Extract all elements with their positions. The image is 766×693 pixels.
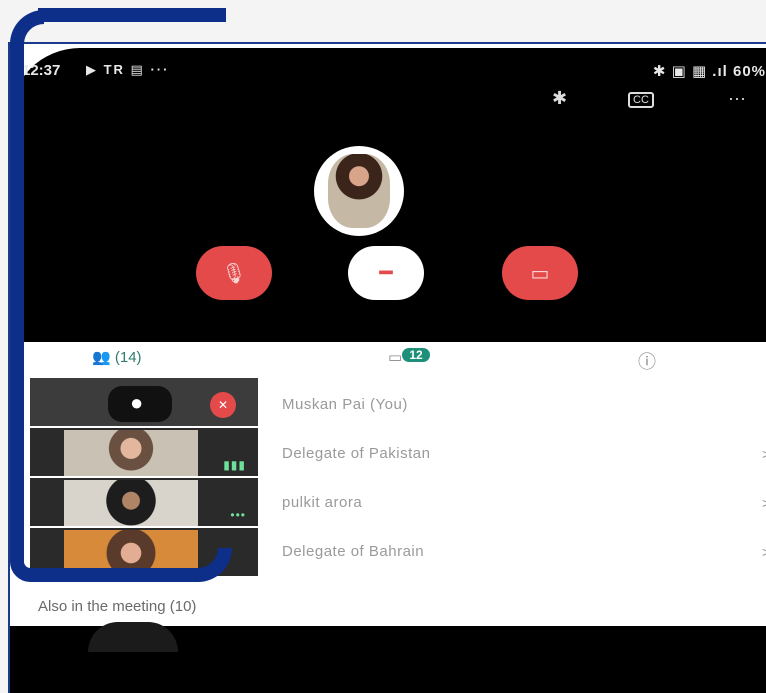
participant-name[interactable]: pulkit arora: [282, 494, 362, 511]
audio-level-icon: •••: [230, 508, 246, 522]
participant-name[interactable]: Muskan Pai (You): [282, 396, 408, 413]
self-avatar: [314, 146, 404, 236]
people-count: (14): [114, 349, 142, 366]
audio-level-icon: ▮▮▮: [223, 458, 246, 472]
status-left-icons: ▶ TR ▤ ···: [86, 62, 170, 77]
no-video-avatar: ●: [108, 386, 172, 422]
frame-bracket-bottom: [36, 548, 232, 582]
status-bar: 12:37 ▶ TR ▤ ··· ✱ ▣ ▦ .ıl 60%: [0, 62, 766, 86]
participant-tile-pakistan[interactable]: ▮▮▮: [30, 428, 258, 476]
participants-panel: 👥 (14) ▭ 12 ⓘ ● ✕ ▮▮▮ ••• Muskan Pai (Yo…: [10, 342, 766, 626]
end-call-button[interactable]: ━: [348, 246, 424, 300]
participant-name[interactable]: Delegate of Pakistan: [282, 445, 430, 462]
tab-info[interactable]: ⓘ: [638, 348, 656, 374]
participant-tile-self[interactable]: ● ✕: [30, 378, 258, 426]
people-icon: 👥: [92, 349, 111, 366]
more-options-icon[interactable]: ···: [728, 88, 746, 109]
bluetooth-icon[interactable]: ✱: [552, 88, 567, 109]
muted-icon: ✕: [210, 392, 236, 418]
status-right-icons: ✱ ▣ ▦ .ıl 60%: [652, 63, 766, 80]
camera-off-icon: ▭: [530, 262, 550, 285]
mic-off-icon: 🎙: [221, 262, 247, 285]
person-icon: ●: [130, 390, 144, 415]
participant-video: [64, 480, 198, 526]
participant-video: [64, 430, 198, 476]
frame-bracket-top: [38, 8, 226, 22]
participant-tile-pulkit[interactable]: •••: [30, 478, 258, 526]
mute-mic-button[interactable]: 🎙: [196, 246, 272, 300]
hang-up-icon: ━: [379, 260, 393, 285]
tab-chat[interactable]: ▭ 12: [388, 348, 430, 366]
chat-count-badge: 12: [402, 348, 430, 362]
tab-people[interactable]: 👥 (14): [92, 348, 142, 366]
camera-off-button[interactable]: ▭: [502, 246, 578, 300]
avatar-photo: [328, 154, 390, 228]
chat-icon: ▭: [388, 349, 403, 366]
frame-bracket-left: [10, 10, 44, 582]
also-in-meeting-heading: Also in the meeting (10): [38, 598, 197, 615]
captions-icon[interactable]: CC: [628, 92, 654, 108]
info-icon: ⓘ: [638, 352, 656, 372]
chevron-right-icon[interactable]: >: [762, 544, 766, 560]
partial-avatar: [88, 622, 178, 652]
chevron-right-icon[interactable]: >: [762, 495, 766, 511]
participant-name[interactable]: Delegate of Bahrain: [282, 543, 424, 560]
chevron-right-icon[interactable]: >: [762, 446, 766, 462]
